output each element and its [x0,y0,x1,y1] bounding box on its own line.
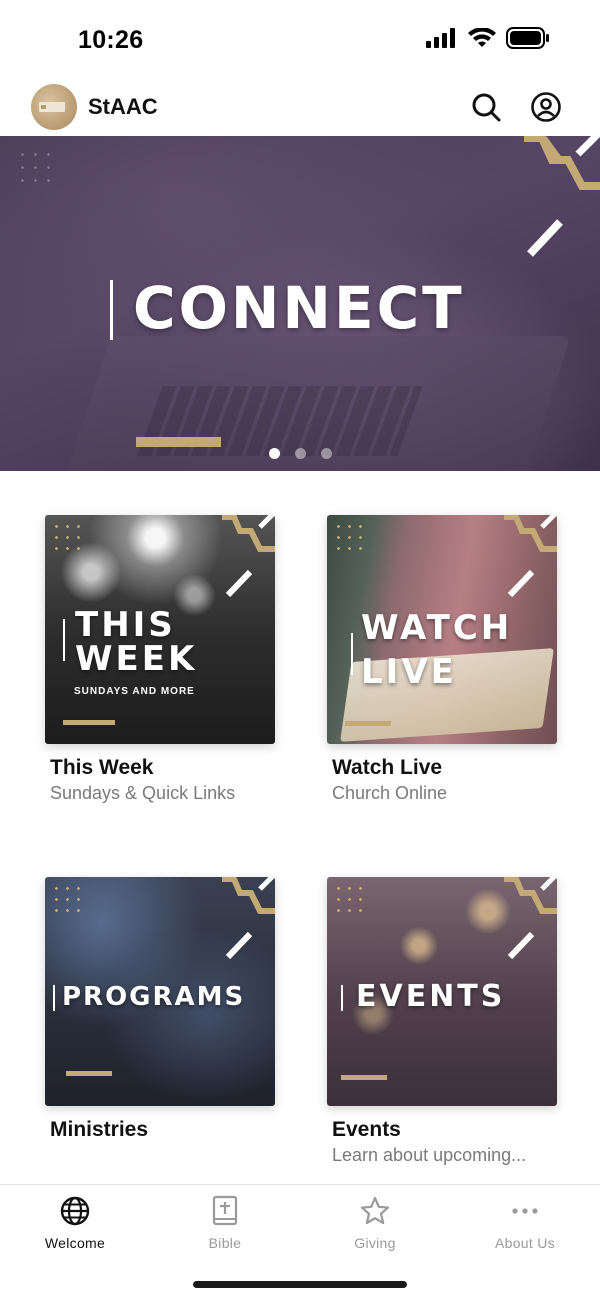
globe-icon [59,1195,91,1227]
cellular-signal-icon [426,28,455,48]
decorative-chevron-graphic [504,515,557,598]
account-button[interactable] [529,90,563,124]
tile-image-programs: PROGRAMS [45,877,275,1106]
bible-icon [209,1195,241,1227]
tile-gold-underline [345,721,391,726]
decorative-dot-grid [333,521,369,551]
pager-dot-3[interactable] [321,448,332,459]
decorative-chevron-graphic [504,877,557,960]
battery-icon [506,27,549,49]
tile-subtitle: Learn about upcoming... [332,1145,527,1165]
tile-title-bar [53,985,55,1011]
decorative-chevron-graphic [222,515,275,598]
tile-image-this-week: THIS WEEK SUNDAYS AND MORE [45,515,275,744]
decorative-chevron-graphic [524,136,600,257]
tab-label: Welcome [44,1235,106,1251]
tile-title: Events [332,1118,401,1141]
decorative-dot-grid [51,883,87,913]
tile-title-bar [341,985,343,1011]
decorative-dot-grid [51,521,87,551]
tile-image-text: PROGRAMS [62,982,246,1012]
tile-image-text-line-2: WEEK [75,639,198,679]
tile-gold-underline [66,1071,112,1076]
tile-image-text-line-1: THIS [75,605,176,645]
status-icons [426,27,550,49]
tile-image-events: EVENTS [327,877,557,1106]
tile-image-text-line-1: WATCH [361,608,513,648]
tile-gold-underline [341,1075,387,1080]
pager-dot-1[interactable] [269,448,280,459]
hero-carousel[interactable]: CONNECT [0,136,600,471]
hero-title-bar [110,280,113,340]
tile-image-watch-live: WATCH LIVE [327,515,557,744]
tile-title-bar [351,633,353,675]
tile-image-text-line-2: LIVE [361,652,457,692]
tile-image-subtext: SUNDAYS AND MORE [74,686,195,697]
tab-welcome[interactable]: Welcome [0,1195,150,1255]
wifi-icon [468,28,496,47]
home-indicator[interactable] [193,1281,407,1288]
hero-title: CONNECT [133,274,465,342]
tile-title: Ministries [50,1118,149,1141]
church-logo-avatar[interactable] [31,84,77,130]
more-icon [509,1195,541,1227]
tile-subtitle: Sundays & Quick Links [50,783,236,803]
tile-title: This Week [50,756,154,779]
status-time: 10:26 [78,26,144,54]
carousel-pager [269,448,332,459]
decorative-dot-grid [333,883,369,913]
tile-title: Watch Live [332,756,443,779]
decorative-dot-grid [16,148,56,188]
app-title: StAAC [88,94,158,119]
status-bar: 10:26 [0,0,600,80]
star-icon [359,1195,391,1227]
tile-title-bar [63,619,65,661]
decorative-chevron-graphic [222,877,275,960]
account-icon [531,92,561,122]
app-header: StAAC [0,80,600,136]
hero-gold-underline [136,437,221,447]
tab-label: Giving [354,1235,396,1251]
search-icon [472,93,501,122]
tile-subtitle: Church Online [332,783,448,803]
pager-dot-2[interactable] [295,448,306,459]
tab-bible[interactable]: Bible [150,1195,300,1255]
tile-gold-underline [63,720,115,725]
tile-image-text: EVENTS [356,979,506,1014]
search-button[interactable] [469,90,503,124]
tab-label: Bible [208,1235,242,1251]
tab-giving[interactable]: Giving [300,1195,450,1255]
tab-label: About Us [495,1235,555,1251]
tab-about-us[interactable]: About Us [450,1195,600,1255]
